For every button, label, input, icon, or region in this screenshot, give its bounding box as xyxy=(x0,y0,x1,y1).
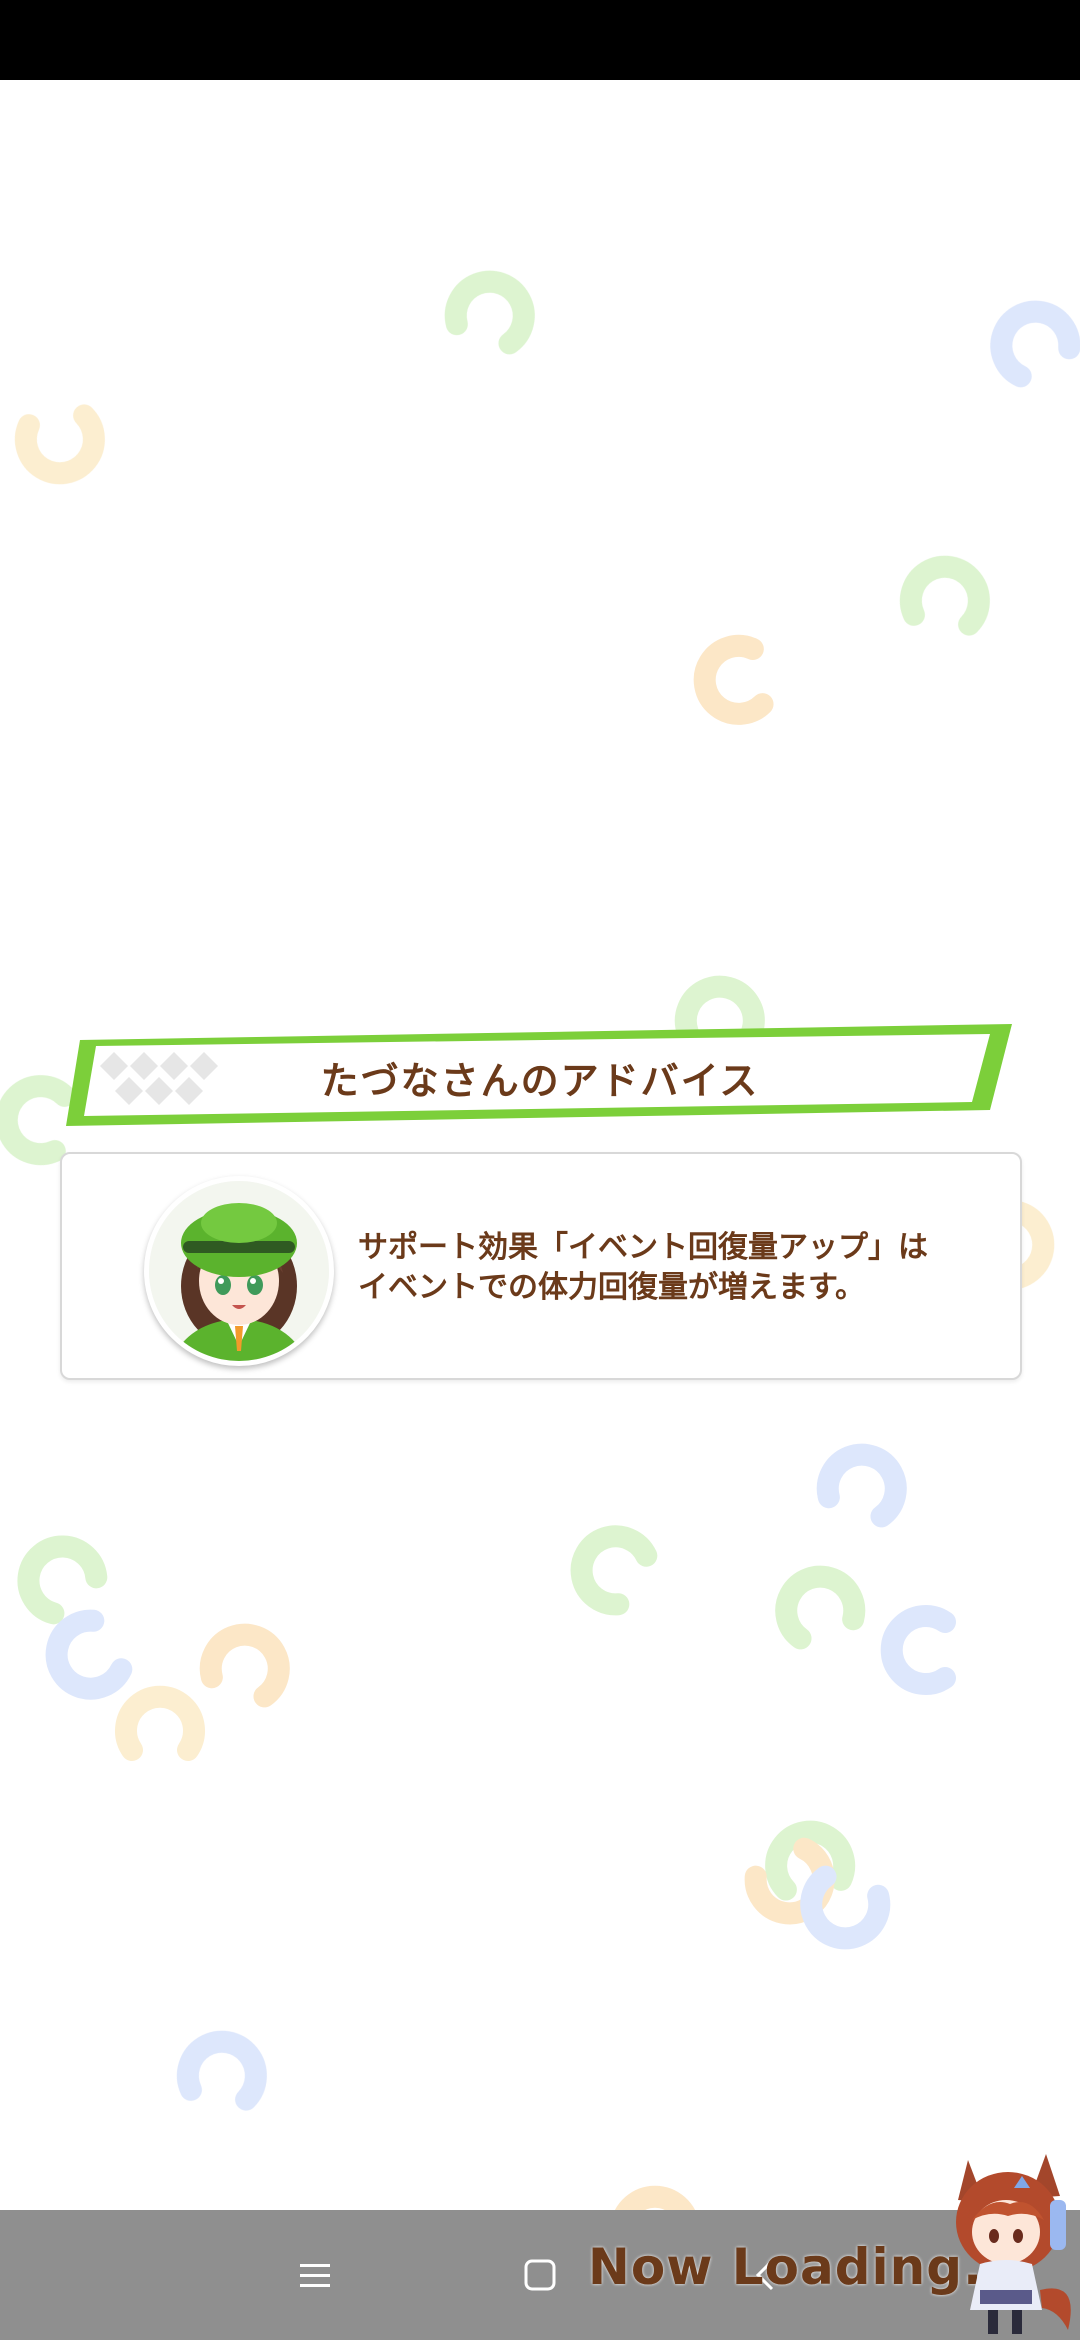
chibi-character-image xyxy=(956,2154,1071,2334)
banner-title: たづなさんのアドバイス xyxy=(320,1059,760,1103)
horseshoe-pattern xyxy=(0,80,1080,2210)
home-button[interactable] xyxy=(505,2240,575,2310)
home-icon xyxy=(524,2259,556,2291)
menu-icon xyxy=(300,2264,330,2287)
menu-button[interactable] xyxy=(280,2240,350,2310)
advisor-avatar xyxy=(144,1176,334,1366)
advice-card: サポート効果「イベント回復量アップ」は イベントでの体力回復量が増えます。 xyxy=(60,1152,1022,1380)
advice-message: サポート効果「イベント回復量アップ」は イベントでの体力回復量が増えます。 xyxy=(358,1228,998,1308)
advice-line-1: サポート効果「イベント回復量アップ」は xyxy=(358,1230,928,1265)
advisor-portrait xyxy=(149,1181,329,1361)
status-bar xyxy=(0,0,1080,80)
loading-character xyxy=(950,2140,1080,2340)
advice-line-2: イベントでの体力回復量が増えます。 xyxy=(358,1270,865,1305)
horseshoe-background xyxy=(0,80,1080,2210)
advice-banner: たづなさんのアドバイス xyxy=(66,1022,1014,1130)
